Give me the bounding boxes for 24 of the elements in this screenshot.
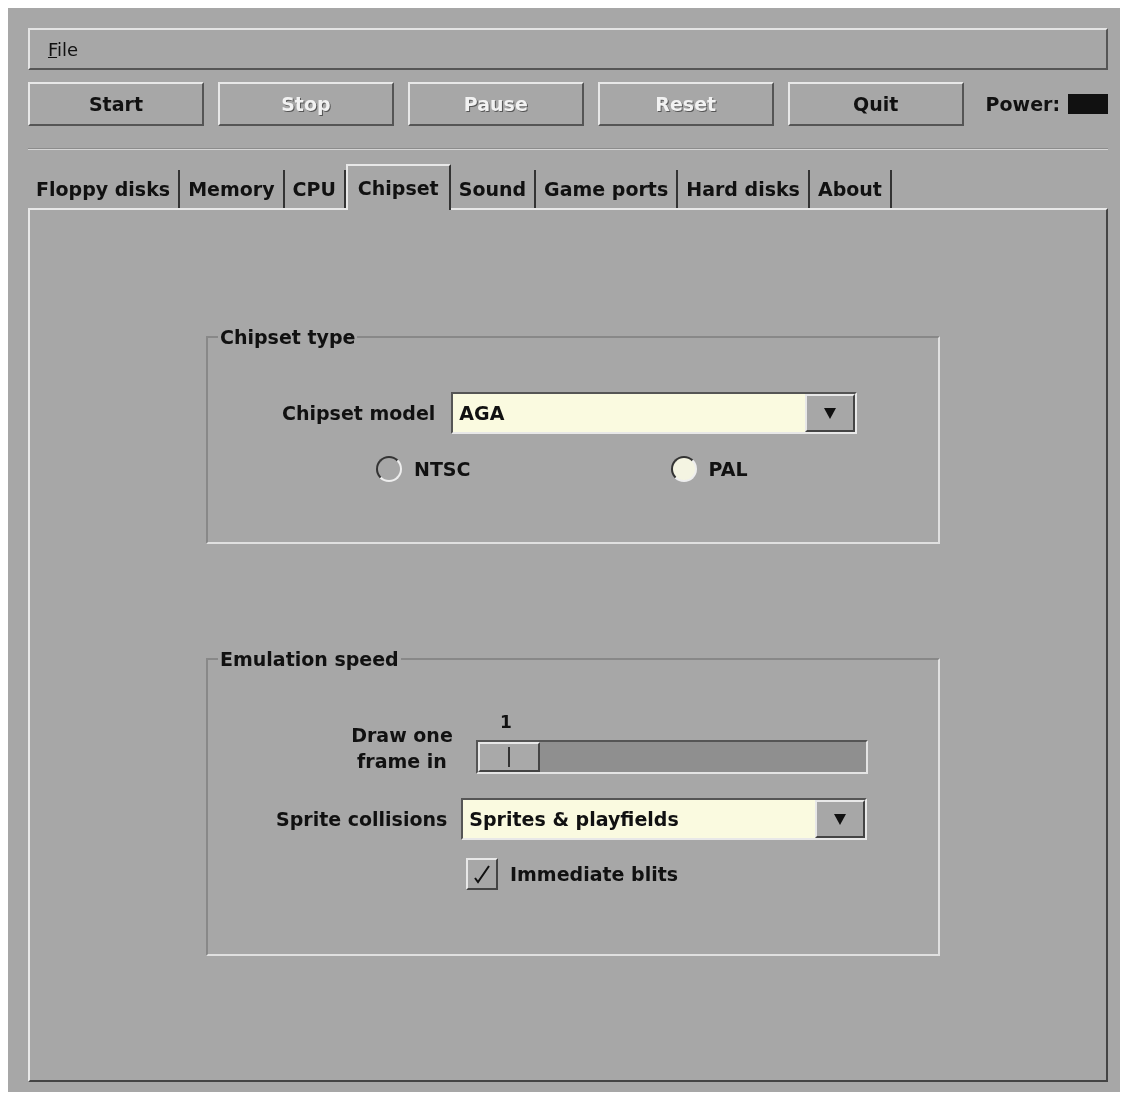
check-icon	[473, 864, 491, 884]
toolbar-button[interactable]: Quit	[787, 82, 964, 126]
menu-item[interactable]: File	[48, 38, 79, 60]
slider-thumb[interactable]	[478, 742, 540, 772]
slider-value: 1	[500, 712, 512, 732]
dropdown[interactable]: AGA	[451, 392, 858, 434]
tab[interactable]: Chipset	[345, 164, 451, 210]
group-title: Emulation speed	[219, 648, 400, 670]
field-label: Sprite collisions	[276, 808, 448, 830]
field-label: Chipset model	[282, 402, 436, 424]
radio-button[interactable]: NTSC	[376, 456, 471, 482]
group-title: Chipset type	[219, 326, 357, 348]
checkbox[interactable]	[466, 858, 498, 890]
toolbar-button[interactable]: Start	[28, 82, 204, 126]
dropdown-button[interactable]	[805, 394, 856, 432]
dropdown-arrow-icon	[833, 812, 848, 826]
field-label: Draw one frame in	[350, 723, 454, 774]
dropdown-arrow-icon	[823, 406, 838, 420]
slider[interactable]	[476, 740, 868, 774]
dropdown-button[interactable]	[815, 800, 866, 838]
radio-button[interactable]: PAL	[670, 456, 748, 482]
power-label: Power:	[985, 93, 1060, 115]
checkbox-label: Immediate blits	[510, 863, 679, 885]
dropdown[interactable]: Sprites & playfields	[461, 798, 868, 840]
